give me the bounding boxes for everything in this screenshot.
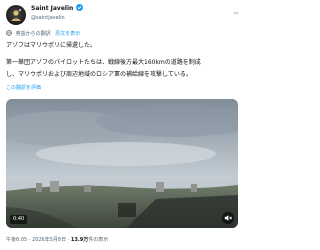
- tweet-meta: 午後6:05 · 2026年5月8日 · 13.9万件の表示: [6, 236, 238, 244]
- display-name[interactable]: Saint Javelin: [31, 4, 84, 14]
- video-player[interactable]: 0:40: [6, 99, 238, 228]
- tweet-date[interactable]: 2026年5月8日: [32, 237, 66, 243]
- mute-button[interactable]: [222, 212, 234, 224]
- meta-separator: ·: [67, 237, 70, 243]
- globe-icon: [6, 30, 12, 39]
- tweet-text-line: し、マリウポリおよび周辺地域のロシア軍の補給線を攻撃している。: [6, 71, 192, 78]
- tweet-time[interactable]: 午後6:05: [6, 237, 27, 243]
- tweet-header: Saint Javelin @saintjavelin ···: [6, 4, 239, 26]
- tweet-text-line: アゾフはマリウポリに帰還した。: [6, 42, 97, 49]
- verified-badge-icon: [76, 4, 84, 14]
- views-count: 13.9万: [70, 237, 89, 243]
- display-name-text[interactable]: Saint Javelin: [31, 5, 73, 12]
- video-frame-image: [6, 99, 238, 228]
- translation-notice: 英語からの翻訳 原文を表示: [6, 30, 238, 38]
- speaker-muted-icon: [224, 215, 232, 221]
- video-timestamp: 0:40: [10, 215, 28, 224]
- show-original-link[interactable]: 原文を表示: [55, 31, 80, 37]
- avatar-figure-icon: [11, 8, 22, 21]
- translated-label: 英語からの翻訳: [15, 31, 51, 37]
- tweet-text-line: 第一華団アゾフのパイロットたちは、戦線後方最大160kmの道路を制成: [6, 59, 201, 66]
- rate-translation-link[interactable]: この翻訳を評価: [6, 84, 41, 92]
- avatar[interactable]: [6, 5, 26, 25]
- handle[interactable]: @saintjavelin: [31, 15, 83, 22]
- more-options-icon[interactable]: ···: [233, 9, 239, 18]
- meta-separator: ·: [28, 237, 31, 243]
- views-label: 件の表示: [88, 237, 109, 243]
